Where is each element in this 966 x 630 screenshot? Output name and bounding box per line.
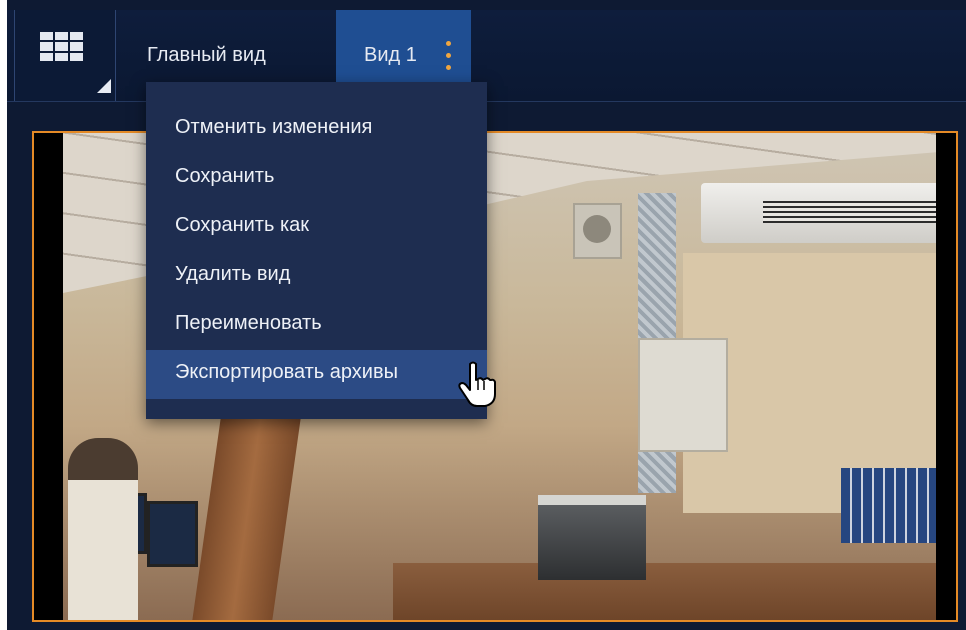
grid-layout-icon (40, 32, 83, 61)
menu-item-save-as[interactable]: Сохранить как (146, 203, 487, 252)
tab-main-view-label: Главный вид (147, 44, 266, 66)
hand-pointer-icon (458, 361, 496, 407)
menu-item-undo-changes[interactable]: Отменить изменения (146, 105, 487, 154)
tab-view-1-label: Вид 1 (364, 44, 417, 66)
vertical-dots-icon[interactable] (446, 41, 451, 70)
menu-item-delete-view[interactable]: Удалить вид (146, 252, 487, 301)
menu-item-rename[interactable]: Переименовать (146, 301, 487, 350)
menu-item-export-archives[interactable]: Экспортировать архивы (146, 350, 487, 399)
view-context-menu: Отменить изменения Сохранить Сохранить к… (146, 82, 487, 419)
menu-item-save[interactable]: Сохранить (146, 154, 487, 203)
layout-selector-button[interactable] (14, 10, 116, 101)
app-window: Главный вид Вид 1 Отменить изменения Сох… (7, 0, 966, 630)
dropdown-corner-icon (97, 79, 111, 93)
